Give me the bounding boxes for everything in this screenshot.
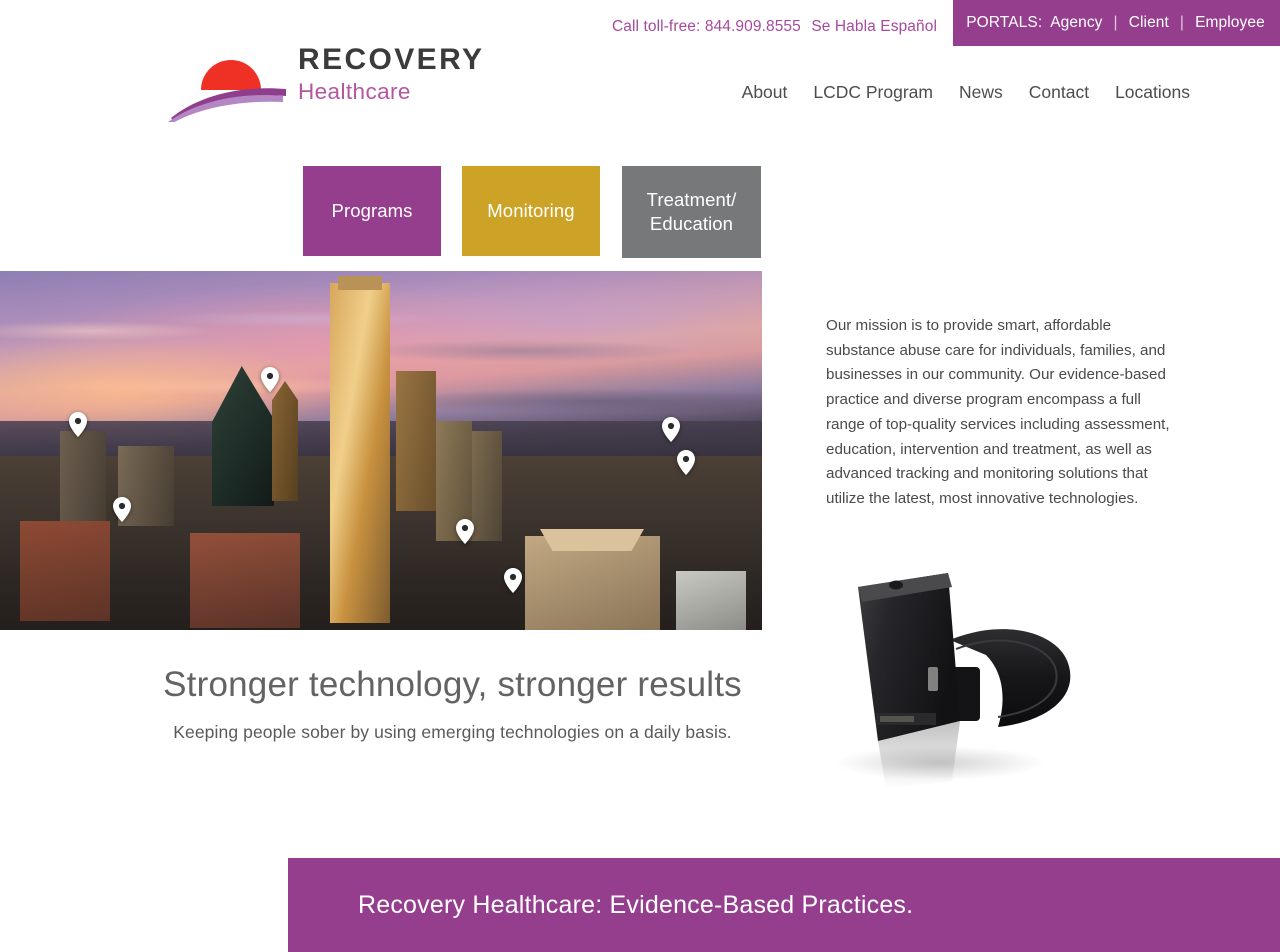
device-indicator — [928, 667, 938, 691]
tile-programs[interactable]: Programs — [303, 166, 441, 256]
map-pin-5[interactable] — [113, 497, 131, 522]
building-foreground-white — [676, 571, 746, 630]
building-left-cluster — [60, 431, 106, 521]
tile-treatment-label: Treatment/ Education — [647, 188, 737, 235]
map-pin-7[interactable] — [504, 568, 522, 593]
map-pin-3[interactable] — [662, 417, 680, 442]
hero-headline-block: Stronger technology, stronger results Ke… — [0, 665, 905, 743]
evidence-based-banner: Recovery Healthcare: Evidence-Based Prac… — [288, 858, 1280, 952]
building-tower-main-top — [338, 276, 382, 290]
device-label-text — [880, 716, 914, 722]
tile-treatment-line1: Treatment/ — [646, 189, 737, 211]
tile-programs-label: Programs — [331, 200, 413, 222]
tile-monitoring-label: Monitoring — [487, 200, 575, 222]
building-obelisk — [272, 381, 298, 501]
building-cluster-b — [472, 431, 502, 541]
banner-headline: Recovery Healthcare: Evidence-Based Prac… — [358, 890, 914, 919]
map-pin-1[interactable] — [261, 367, 279, 392]
map-pin-4[interactable] — [677, 450, 695, 475]
hero-city-skyline-image — [0, 271, 762, 630]
map-pin-2[interactable] — [69, 412, 87, 437]
map-pin-6[interactable] — [456, 519, 474, 544]
category-tiles: Programs Monitoring Treatment/ Education — [0, 0, 1280, 270]
ankle-monitor-device-image — [835, 573, 1071, 789]
building-foreground-red-a — [20, 521, 110, 621]
building-tower-main — [330, 283, 390, 623]
building-right-mid — [396, 371, 436, 511]
page-title: Stronger technology, stronger results — [163, 665, 742, 704]
page-subtitle: Keeping people sober by using emerging t… — [173, 722, 732, 743]
mission-statement: Our mission is to provide smart, afforda… — [826, 317, 1170, 507]
tile-monitoring[interactable]: Monitoring — [462, 166, 600, 256]
building-foreground-pyramid-cap — [540, 529, 644, 551]
tile-treatment-education[interactable]: Treatment/ Education — [622, 166, 761, 258]
device-button — [889, 580, 903, 590]
building-foreground-red-b — [190, 533, 300, 628]
tile-treatment-line2: Education — [649, 213, 734, 234]
